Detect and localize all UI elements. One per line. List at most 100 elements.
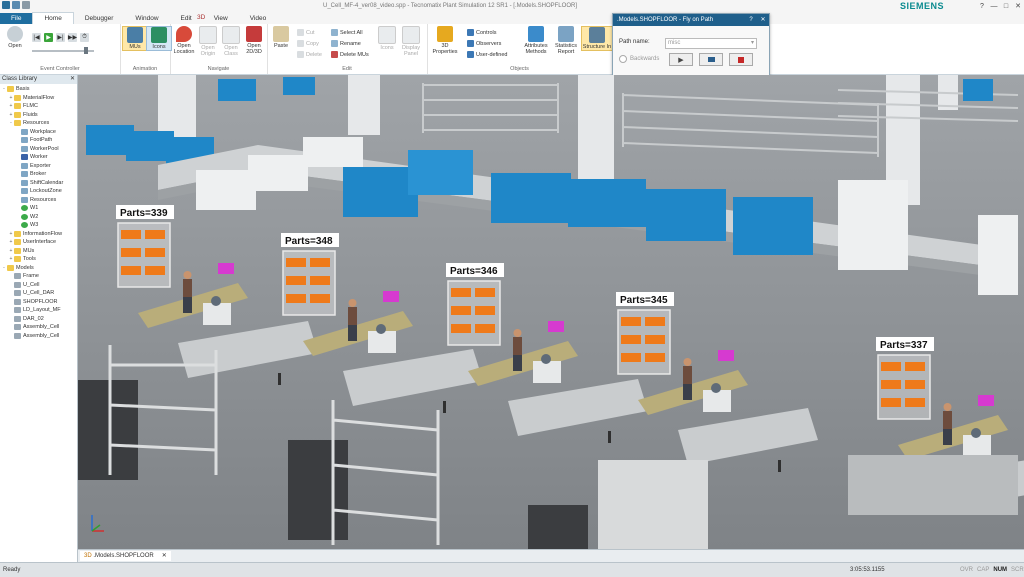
select-all-button[interactable]: Select All xyxy=(331,29,363,36)
tab-video[interactable]: Video xyxy=(239,13,278,24)
fly-pause-button[interactable] xyxy=(699,53,723,66)
key-indicator: SCRL xyxy=(1011,567,1024,573)
icons-edit-button[interactable]: Icons xyxy=(375,26,399,51)
minimize-button[interactable]: — xyxy=(988,3,1000,10)
fly-stop-button[interactable] xyxy=(729,53,753,66)
parts-bin xyxy=(121,230,141,239)
open-origin-button[interactable]: Open Origin xyxy=(196,26,220,57)
tab-file[interactable]: File xyxy=(0,13,33,24)
delete-mus-button[interactable]: Delete MUs xyxy=(331,51,369,58)
fly-help-button[interactable]: ? xyxy=(745,14,757,26)
class-library-item[interactable]: FootPath xyxy=(0,136,77,145)
open-location-button[interactable]: Open Location xyxy=(172,26,196,55)
class-library-item[interactable]: + Tools xyxy=(0,255,77,264)
class-library-item-label: LD_Layout_MF xyxy=(23,307,61,313)
controls-button[interactable]: Controls xyxy=(467,29,496,36)
class-library-item[interactable]: + MUs xyxy=(0,247,77,256)
observers-button[interactable]: Observers xyxy=(467,40,501,47)
class-library-item[interactable]: LD_Layout_MF xyxy=(0,306,77,315)
class-library-item[interactable]: DAR_02 xyxy=(0,315,77,324)
properties-icon xyxy=(437,26,453,42)
pin-icon[interactable]: ✕ xyxy=(70,75,77,84)
frame-icon xyxy=(14,315,21,322)
folder-icon xyxy=(7,86,14,93)
icons-toggle-button[interactable]: Icons xyxy=(146,26,172,51)
close-icon[interactable]: ✕ xyxy=(162,551,167,561)
delete-button[interactable]: Delete xyxy=(297,51,322,58)
class-library-item[interactable]: - Basis xyxy=(0,85,77,94)
robot-base xyxy=(368,331,396,353)
class-library-item[interactable]: Resources xyxy=(0,196,77,205)
cut-label: Cut xyxy=(306,29,315,36)
class-library-item[interactable]: WorkerPool xyxy=(0,145,77,154)
tab-home[interactable]: Home xyxy=(32,12,74,24)
app-icon[interactable] xyxy=(2,1,10,9)
3d-viewport[interactable]: Parts=339 Parts=348 Parts=346 Parts=345 Part… xyxy=(78,75,1024,549)
tab-window[interactable]: Window xyxy=(124,13,169,24)
display-panel-button[interactable]: Display Panel xyxy=(399,26,423,57)
class-library-item[interactable]: ShiftCalendar xyxy=(0,179,77,188)
class-library-item[interactable]: SHOPFLOOR xyxy=(0,298,77,307)
frame-icon xyxy=(14,273,21,280)
class-library-item[interactable]: + MaterialFlow xyxy=(0,94,77,103)
class-library-item[interactable]: Workplace xyxy=(0,128,77,137)
help-button[interactable]: ? xyxy=(976,3,988,10)
open-class-button[interactable]: Open Class xyxy=(219,26,243,57)
chevron-down-icon: ▾ xyxy=(750,40,754,46)
copy-button[interactable]: Copy xyxy=(297,40,319,47)
class-library-item[interactable]: - Resources xyxy=(0,119,77,128)
open-event-controller-button[interactable]: Open xyxy=(3,26,27,49)
class-library-item[interactable]: Assembly_Cell xyxy=(0,323,77,332)
class-library-item[interactable]: + UserInterface xyxy=(0,238,77,247)
class-library-item[interactable]: + InformationFlow xyxy=(0,230,77,239)
open-2d3d-button[interactable]: Open 2D/3D xyxy=(242,26,266,55)
start-icon[interactable]: ▶ xyxy=(44,33,53,42)
class-library-item[interactable]: - Models xyxy=(0,264,77,273)
3d-scene[interactable]: Parts=339 Parts=348 Parts=346 Parts=345 Part… xyxy=(78,75,1024,549)
class-library-item[interactable]: W1 xyxy=(0,204,77,213)
fly-play-button[interactable]: ▶ xyxy=(669,53,693,66)
tab-debugger[interactable]: Debugger xyxy=(74,13,125,24)
class-library-item[interactable]: W2 xyxy=(0,213,77,222)
class-library-item[interactable]: Exporter xyxy=(0,162,77,171)
document-tab-label: .Models.SHOPFLOOR xyxy=(93,553,154,559)
backwards-checkbox[interactable]: Backwards xyxy=(619,55,659,63)
run-until-icon[interactable]: ⏱ xyxy=(80,33,89,42)
class-library-item[interactable]: LockoutZone xyxy=(0,187,77,196)
attributes-methods-button[interactable]: Attributes Methods xyxy=(521,26,551,55)
icon-editor-icon xyxy=(378,26,396,44)
statistics-report-button[interactable]: Statistics Report xyxy=(551,26,581,55)
paste-button[interactable]: Paste xyxy=(269,26,293,49)
class-library-item[interactable]: U_Cell_DAR xyxy=(0,289,77,298)
step-icon[interactable]: ▶| xyxy=(56,33,65,42)
fast-forward-icon[interactable]: ▶▶ xyxy=(68,33,77,42)
reset-icon[interactable]: |◀ xyxy=(32,33,41,42)
class-library-item[interactable]: W3 xyxy=(0,221,77,230)
class-library-item[interactable]: Frame xyxy=(0,272,77,281)
pause-icon xyxy=(707,57,715,62)
maximize-button[interactable]: □ xyxy=(1000,3,1012,10)
class-library-item[interactable]: Assembly_Cell xyxy=(0,332,77,341)
class-library-item[interactable]: Broker xyxy=(0,170,77,179)
class-library-item-label: U_Cell xyxy=(23,281,40,288)
mus-toggle-button[interactable]: MUs xyxy=(122,26,148,51)
context-tab-3d[interactable]: 3D xyxy=(186,12,216,23)
user-defined-button[interactable]: User-defined xyxy=(467,51,508,58)
save-icon[interactable] xyxy=(12,1,20,9)
document-tab-shopfloor[interactable]: 3D .Models.SHOPFLOOR ✕ xyxy=(80,551,171,561)
class-library-item[interactable]: Worker xyxy=(0,153,77,162)
speed-slider-thumb[interactable] xyxy=(84,47,88,54)
class-library-item[interactable]: U_Cell xyxy=(0,281,77,290)
fly-close-button[interactable]: ✕ xyxy=(757,14,769,26)
structure-button[interactable]: Structure In xyxy=(581,26,613,51)
rename-button[interactable]: Rename xyxy=(331,40,361,47)
path-name-select[interactable]: misc ▾ xyxy=(665,38,757,49)
observers-icon xyxy=(467,40,474,47)
cut-button[interactable]: Cut xyxy=(297,29,315,36)
3d-properties-button[interactable]: 3D Properties xyxy=(430,26,460,55)
class-library-item[interactable]: + FLMC xyxy=(0,102,77,111)
icons-edit-label: Icons xyxy=(380,45,394,51)
class-library-item[interactable]: + Fluids xyxy=(0,111,77,120)
close-button[interactable]: ✕ xyxy=(1012,2,1024,10)
undo-icon[interactable] xyxy=(22,1,30,9)
